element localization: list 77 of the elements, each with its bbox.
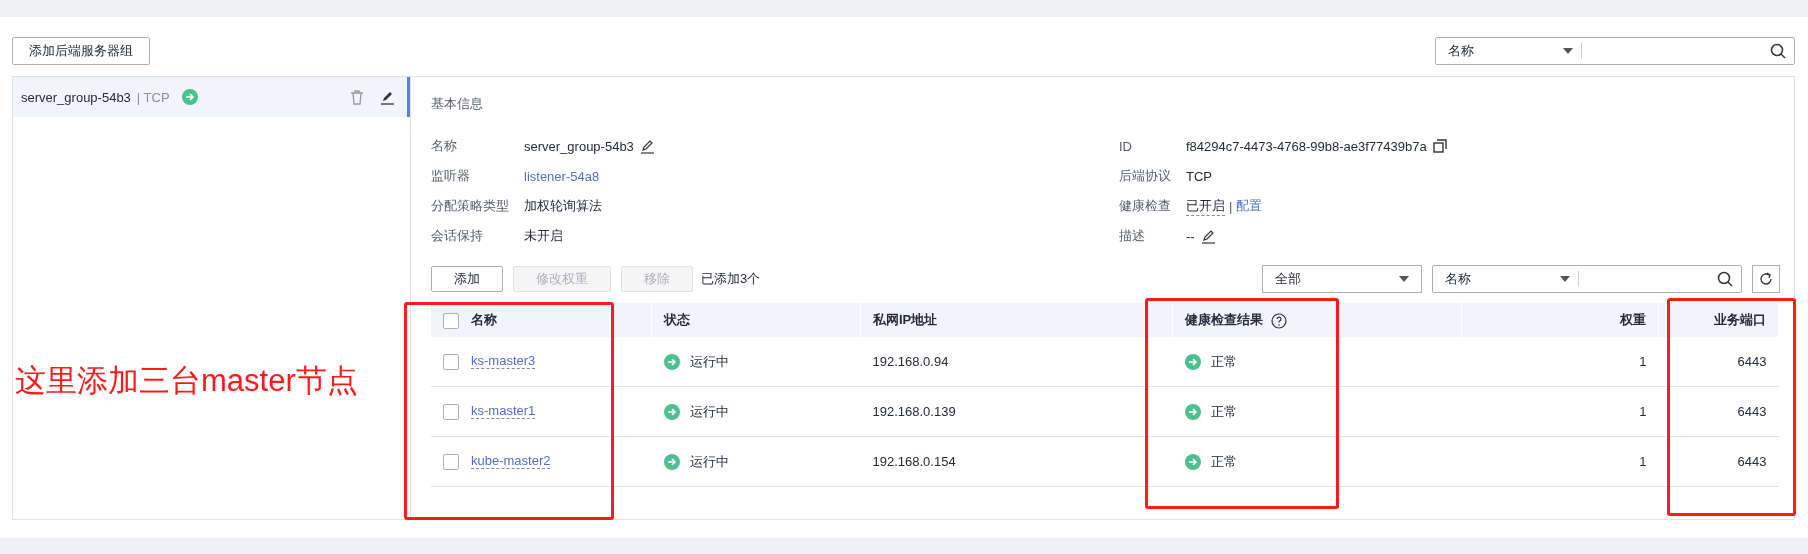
info-label: 后端协议 bbox=[1119, 167, 1172, 185]
port-value: 6443 bbox=[1737, 404, 1767, 419]
info-label: 描述 bbox=[1119, 227, 1146, 245]
weight-value: 1 bbox=[1639, 404, 1647, 419]
help-icon[interactable] bbox=[1271, 312, 1287, 329]
ip-address: 192.168.0.139 bbox=[872, 404, 956, 419]
caret-icon bbox=[1399, 276, 1409, 282]
trash-icon[interactable] bbox=[350, 89, 364, 105]
info-value: server_group-54b3 bbox=[524, 138, 634, 154]
copy-icon[interactable] bbox=[1432, 139, 1447, 153]
pencil-icon[interactable] bbox=[380, 89, 395, 105]
toolbar-button[interactable]: 添加 bbox=[431, 266, 503, 292]
server-group-item[interactable]: server_group-54b3 | TCP bbox=[13, 77, 410, 117]
info-label: 健康检查 bbox=[1119, 197, 1172, 215]
checkbox[interactable] bbox=[443, 453, 459, 470]
refresh-button[interactable] bbox=[1752, 265, 1780, 293]
weight-value: 1 bbox=[1639, 354, 1647, 369]
health-status: 正常 bbox=[1210, 403, 1237, 419]
server-link[interactable]: kube-master2 bbox=[471, 453, 551, 470]
arrow-circle-icon bbox=[663, 354, 680, 371]
caret-icon bbox=[1563, 48, 1573, 54]
column-header: 状态 bbox=[651, 303, 861, 337]
arrow-circle-icon bbox=[181, 89, 198, 105]
pencil-icon[interactable] bbox=[1200, 228, 1216, 244]
port-value: 6443 bbox=[1737, 454, 1767, 469]
arrow-circle-icon bbox=[1184, 454, 1201, 471]
server-link[interactable]: ks-master3 bbox=[471, 353, 536, 370]
status-text: 运行中 bbox=[689, 453, 729, 469]
weight-value: 1 bbox=[1639, 454, 1647, 469]
info-label: 分配策略类型 bbox=[431, 197, 510, 215]
arrow-circle-icon bbox=[1184, 404, 1201, 421]
section-title: 基本信息 bbox=[431, 95, 484, 113]
info-value: 加权轮询算法 bbox=[524, 197, 602, 215]
ip-address: 192.168.0.154 bbox=[872, 454, 956, 469]
add-server-group-button[interactable]: 添加后端服务器组 bbox=[12, 37, 150, 65]
info-value: TCP bbox=[1186, 168, 1212, 184]
status-text: 运行中 bbox=[689, 403, 729, 419]
info-link[interactable]: listener-54a8 bbox=[524, 168, 600, 184]
arrow-circle-icon bbox=[663, 454, 680, 471]
info-value: f84294c7-4473-4768-99b8-ae3f77439b7a bbox=[1186, 138, 1427, 154]
checkbox[interactable] bbox=[443, 353, 459, 370]
column-header: 业务端口 bbox=[1658, 303, 1779, 337]
group-protocol: | TCP bbox=[136, 89, 170, 105]
column-header: 私网IP地址 bbox=[860, 303, 1173, 337]
info-label: 会话保持 bbox=[431, 227, 484, 245]
info-value: -- bbox=[1186, 228, 1195, 244]
search-icon bbox=[1770, 43, 1786, 59]
refresh-icon bbox=[1758, 271, 1774, 287]
column-header: 名称 bbox=[431, 303, 652, 337]
checkbox[interactable] bbox=[443, 312, 459, 329]
health-status: 正常 bbox=[1210, 453, 1237, 469]
server-link[interactable]: ks-master1 bbox=[471, 403, 536, 420]
info-label: 名称 bbox=[431, 137, 458, 155]
caret-icon bbox=[1560, 276, 1570, 282]
config-link[interactable]: 配置 bbox=[1236, 197, 1263, 215]
search-field[interactable]: 名称 bbox=[1435, 37, 1795, 65]
info-label: ID bbox=[1119, 138, 1133, 154]
group-name: server_group-54b3 bbox=[21, 89, 131, 105]
column-header: 权重 bbox=[1461, 303, 1659, 337]
info-value: 已开启 bbox=[1186, 196, 1225, 216]
filter-dropdown[interactable]: 全部 bbox=[1262, 265, 1422, 293]
info-label: 监听器 bbox=[431, 167, 471, 185]
arrow-circle-icon bbox=[663, 404, 680, 421]
ip-address: 192.168.0.94 bbox=[872, 354, 949, 369]
arrow-circle-icon bbox=[1184, 354, 1201, 371]
added-count: 已添加3个 bbox=[701, 270, 761, 288]
separator: | bbox=[1229, 198, 1233, 214]
annotation-text: 这里添加三台master节点 bbox=[15, 362, 358, 400]
search-field[interactable]: 名称 bbox=[1432, 265, 1742, 293]
health-status: 正常 bbox=[1210, 353, 1237, 369]
port-value: 6443 bbox=[1737, 354, 1767, 369]
checkbox[interactable] bbox=[443, 403, 459, 420]
pencil-icon[interactable] bbox=[639, 138, 655, 154]
search-icon bbox=[1717, 271, 1733, 287]
column-header: 健康检查结果 bbox=[1172, 303, 1462, 337]
status-text: 运行中 bbox=[689, 353, 729, 369]
info-value: 未开启 bbox=[524, 227, 563, 245]
